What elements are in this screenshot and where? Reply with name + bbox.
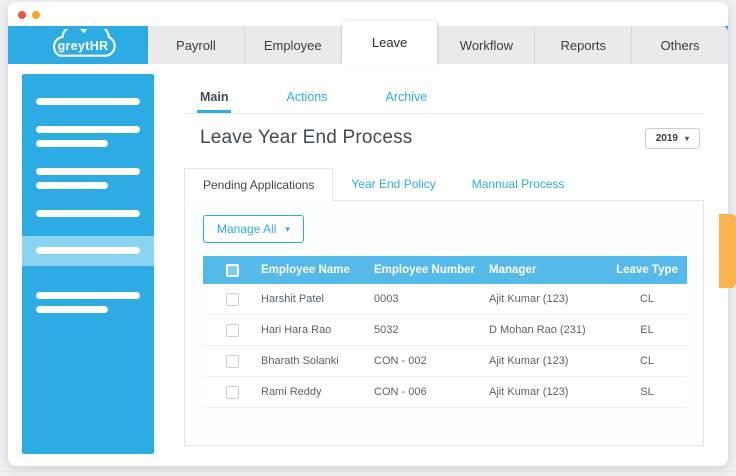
- cell-employee-name: Rami Reddy: [261, 386, 322, 398]
- cell-employee-number: CON - 002: [374, 355, 427, 367]
- sidebar-item-placeholder[interactable]: [36, 140, 108, 147]
- cell-leave-type: CL: [639, 355, 655, 367]
- row-checkbox[interactable]: [225, 354, 239, 368]
- row-checkbox[interactable]: [225, 385, 239, 399]
- table-header-row: Employee Name Employee Number Manager Le…: [203, 256, 687, 284]
- page-title: Leave Year End Process: [200, 127, 413, 148]
- tab-leave[interactable]: Leave: [341, 21, 439, 64]
- cell-employee-name: Harshit Patel: [261, 293, 324, 305]
- manage-all-label: Manage All: [217, 222, 277, 236]
- sidebar-item-selected[interactable]: [22, 236, 154, 266]
- subtab-pending-applications[interactable]: Pending Applications: [184, 168, 334, 201]
- manage-all-button[interactable]: Manage All ▾: [203, 215, 304, 243]
- greythr-logo: greytHR: [24, 26, 142, 64]
- year-value: 2019: [655, 132, 678, 144]
- header-manager: Manager: [489, 264, 537, 276]
- main-content: Main Actions Archive Leave Year End Proc…: [184, 82, 704, 456]
- table-row: Hari Hara Rao 5032 D Mohan Rao (231) EL: [203, 315, 687, 346]
- cell-manager: Ajit Kumar (123): [489, 355, 569, 367]
- row-checkbox[interactable]: [225, 292, 239, 306]
- sub-tabs: Pending Applications Year End Policy Man…: [184, 168, 704, 201]
- page-divider: [0, 471, 736, 472]
- tab-main[interactable]: Main: [196, 90, 233, 113]
- tab-reports[interactable]: Reports: [535, 26, 633, 64]
- table-row: Bharath Solanki CON - 002 Ajit Kumar (12…: [203, 346, 687, 377]
- cell-leave-type: SL: [640, 386, 654, 398]
- window-close-button[interactable]: [18, 11, 26, 19]
- row-checkbox[interactable]: [225, 323, 239, 337]
- top-navbar: greytHR Payroll Employee Leave Workflow …: [8, 21, 728, 64]
- chevron-down-icon: ▾: [684, 133, 689, 143]
- sidebar-item-placeholder[interactable]: [36, 168, 140, 175]
- header-leave-type: Leave Type: [616, 264, 678, 276]
- tab-employee[interactable]: Employee: [244, 26, 342, 64]
- cell-manager: D Mohan Rao (231): [489, 324, 586, 336]
- table-row: Rami Reddy CON - 006 Ajit Kumar (123) SL: [203, 377, 687, 408]
- year-dropdown[interactable]: 2019 ▾: [644, 127, 700, 149]
- sidebar-item-placeholder[interactable]: [36, 182, 108, 189]
- select-all-checkbox[interactable]: [225, 263, 239, 277]
- table-row: Harshit Patel 0003 Ajit Kumar (123) CL: [203, 284, 687, 315]
- sidebar-item-placeholder[interactable]: [36, 306, 108, 313]
- content-tabs: Main Actions Archive: [184, 82, 704, 114]
- cell-leave-type: EL: [640, 324, 654, 336]
- cell-employee-name: Hari Hara Rao: [261, 324, 332, 336]
- applications-table: Employee Name Employee Number Manager Le…: [203, 256, 687, 408]
- brand-name: greytHR: [57, 39, 109, 53]
- cell-leave-type: CL: [639, 293, 655, 305]
- subtab-mannual-process[interactable]: Mannual Process: [454, 168, 583, 200]
- cell-employee-number: 0003: [374, 293, 399, 305]
- sidebar-item-placeholder[interactable]: [36, 126, 140, 133]
- tab-actions[interactable]: Actions: [286, 90, 327, 113]
- sidebar-item-placeholder[interactable]: [36, 98, 140, 105]
- module-tabs: Payroll Employee Leave Workflow Reports …: [148, 21, 728, 64]
- sidebar: [22, 74, 154, 454]
- chevron-down-icon: ▾: [285, 223, 290, 234]
- cell-employee-name: Bharath Solanki: [261, 355, 339, 367]
- tab-archive[interactable]: Archive: [385, 90, 427, 113]
- header-employee-number: Employee Number: [374, 264, 475, 276]
- subtab-year-end-policy[interactable]: Year End Policy: [333, 168, 453, 200]
- cell-employee-number: 5032: [374, 324, 399, 336]
- sidebar-item-placeholder[interactable]: [36, 210, 140, 217]
- app-window: greytHR Payroll Employee Leave Workflow …: [8, 2, 728, 466]
- sidebar-item-placeholder[interactable]: [36, 292, 140, 299]
- feedback-side-tab[interactable]: [719, 214, 736, 288]
- cell-employee-number: CON - 006: [374, 386, 427, 398]
- tab-others[interactable]: Others: [632, 26, 728, 64]
- cell-manager: Ajit Kumar (123): [489, 293, 569, 305]
- pending-applications-panel: Manage All ▾ Employee Name Employee Numb…: [184, 200, 704, 446]
- header-employee-name: Employee Name: [261, 264, 350, 276]
- tab-workflow[interactable]: Workflow: [438, 26, 536, 64]
- cell-manager: Ajit Kumar (123): [489, 386, 569, 398]
- tab-payroll[interactable]: Payroll: [148, 26, 245, 64]
- window-minimize-button[interactable]: [32, 11, 40, 19]
- title-row: Leave Year End Process 2019 ▾: [184, 114, 704, 162]
- sidebar-item-placeholder: [36, 247, 140, 254]
